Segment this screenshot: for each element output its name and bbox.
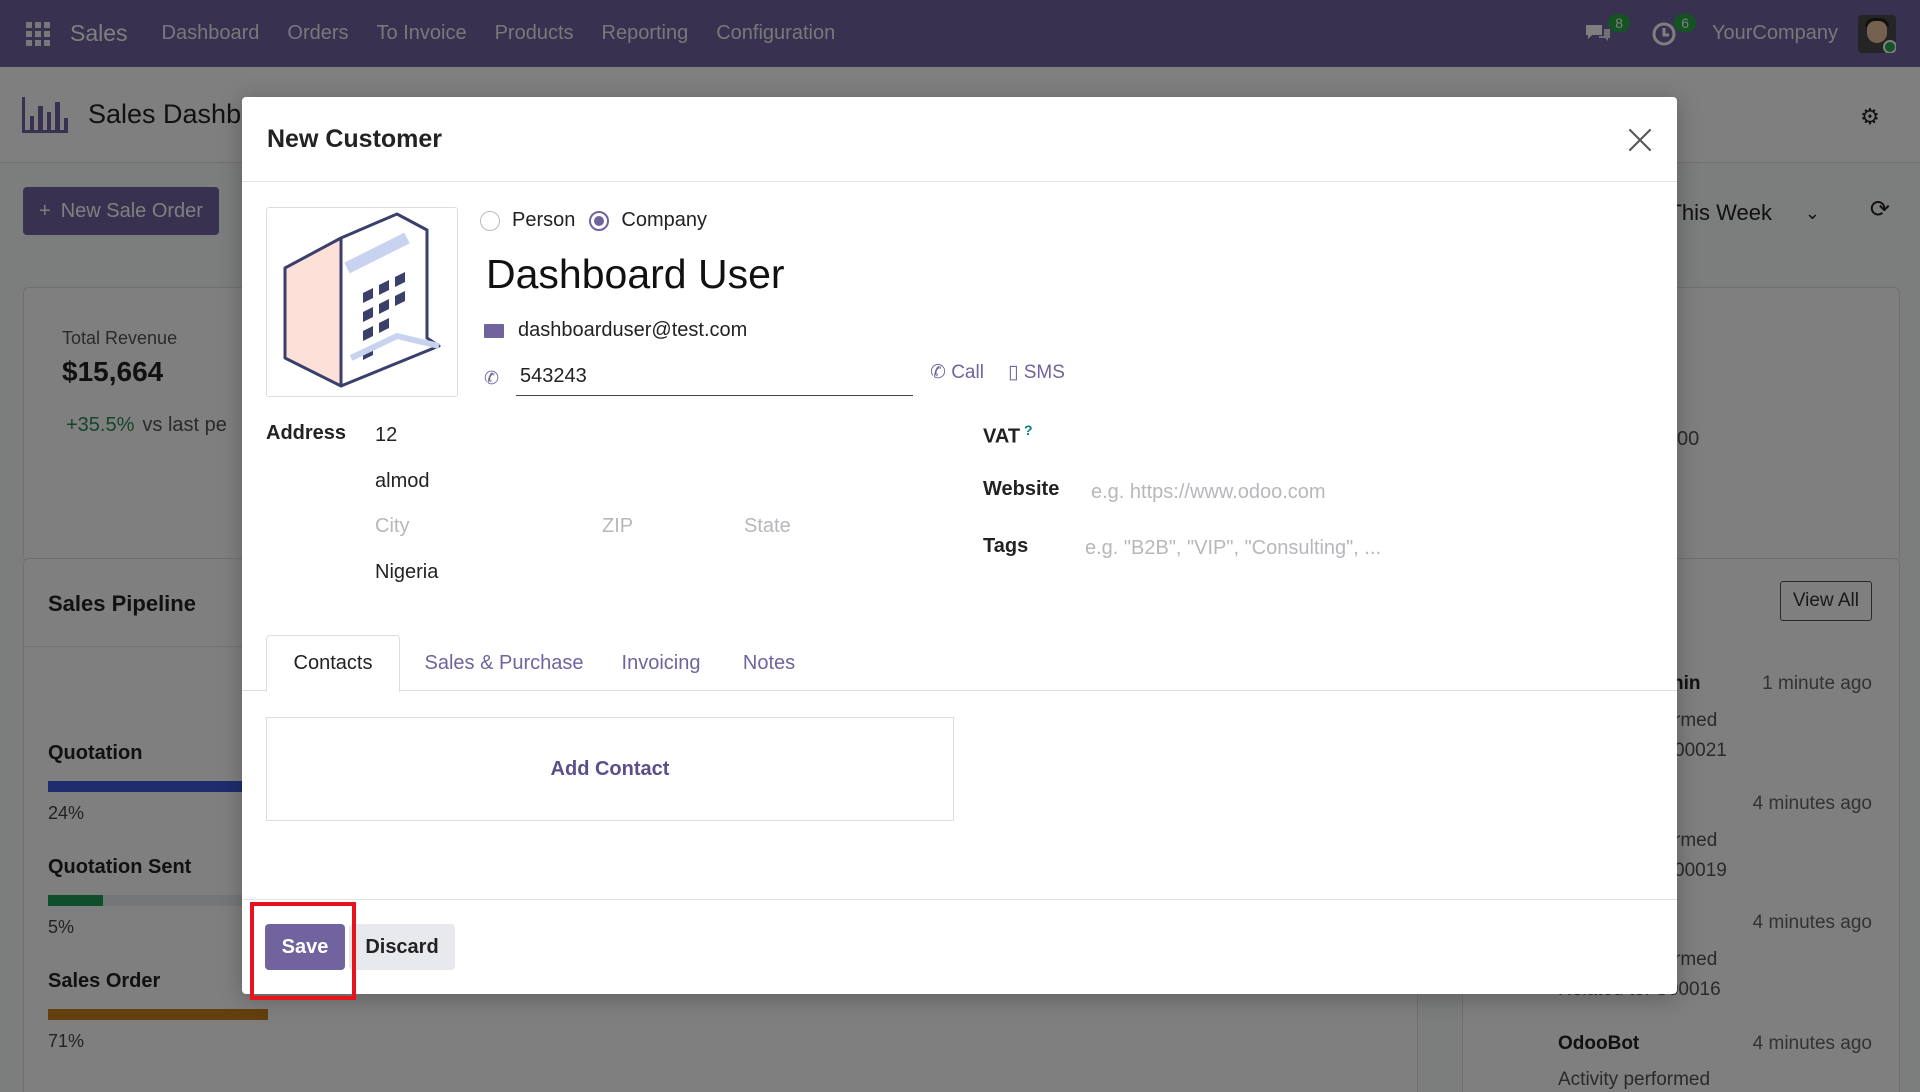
dialog-header: New Customer xyxy=(242,97,1677,182)
email-field[interactable]: dashboarduser@test.com xyxy=(518,319,747,342)
dialog-title: New Customer xyxy=(267,124,443,153)
tab-contacts[interactable]: Contacts xyxy=(266,635,400,692)
new-customer-dialog: New Customer Person Company Dashboard Us… xyxy=(242,97,1677,994)
phone-icon: ✆ xyxy=(484,368,500,388)
notebook-tabs: Contacts Sales & Purchase Invoicing Note… xyxy=(242,635,1677,692)
tab-notes[interactable]: Notes xyxy=(726,635,812,691)
address-label: Address xyxy=(266,422,347,444)
phone-row: ✆ xyxy=(484,361,913,396)
state-field[interactable]: State xyxy=(744,515,791,538)
help-icon[interactable]: ? xyxy=(1024,422,1033,438)
website-label: Website xyxy=(983,478,1060,500)
company-type-selector: Person Company xyxy=(480,209,721,232)
street2-field[interactable]: almod xyxy=(375,470,429,493)
zip-field[interactable]: ZIP xyxy=(602,515,633,538)
type-company-option[interactable]: Company xyxy=(589,209,707,232)
company-label: Company xyxy=(621,209,707,231)
save-highlight-box xyxy=(250,902,356,1000)
country-field[interactable]: Nigeria xyxy=(375,561,438,584)
call-button[interactable]: ✆ Call xyxy=(930,361,984,384)
mobile-icon: ▯ xyxy=(1008,362,1024,383)
person-radio[interactable] xyxy=(480,210,500,231)
vat-label-text: VAT xyxy=(983,425,1021,448)
company-radio[interactable] xyxy=(589,210,610,231)
building-icon xyxy=(283,212,441,388)
dialog-footer: Save Discard xyxy=(242,899,1677,994)
tags-label: Tags xyxy=(983,535,1029,557)
customer-name-field[interactable]: Dashboard User xyxy=(486,251,785,298)
type-person-option[interactable]: Person xyxy=(480,209,575,232)
phone-icon: ✆ xyxy=(930,362,952,383)
website-field[interactable]: e.g. https://www.odoo.com xyxy=(1091,481,1326,504)
phone-input[interactable] xyxy=(516,361,913,396)
sms-label: SMS xyxy=(1023,362,1065,383)
tab-invoicing[interactable]: Invoicing xyxy=(606,635,716,691)
add-contact-button[interactable]: Add Contact xyxy=(266,717,954,821)
discard-button[interactable]: Discard xyxy=(349,924,455,970)
city-field[interactable]: City xyxy=(375,515,409,538)
envelope-icon xyxy=(484,323,504,338)
street-field[interactable]: 12 xyxy=(375,424,397,447)
vat-label: VAT? xyxy=(983,422,1033,449)
tab-sales-purchase[interactable]: Sales & Purchase xyxy=(412,635,596,691)
email-row: dashboarduser@test.com xyxy=(484,319,747,342)
tags-field[interactable]: e.g. "B2B", "VIP", "Consulting", ... xyxy=(1085,537,1381,560)
company-image-field[interactable] xyxy=(266,207,458,397)
person-label: Person xyxy=(512,209,576,231)
call-label: Call xyxy=(951,362,984,383)
close-icon[interactable] xyxy=(1625,125,1655,155)
sms-button[interactable]: ▯ SMS xyxy=(1008,361,1065,384)
